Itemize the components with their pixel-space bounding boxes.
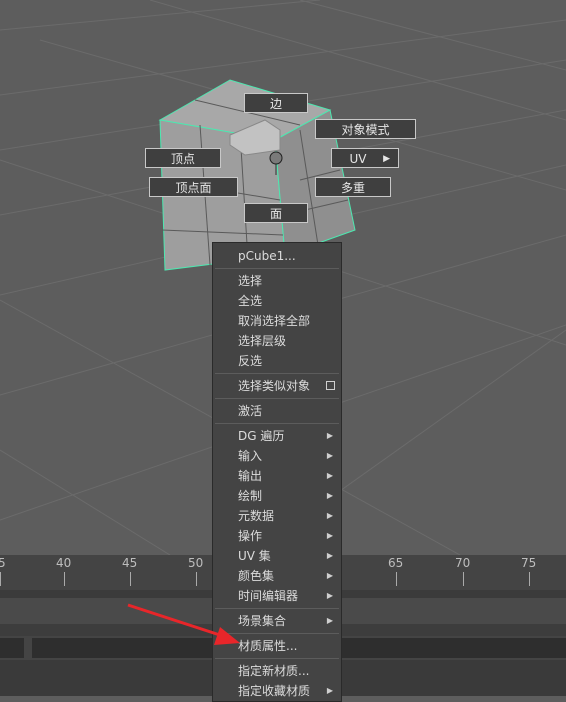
annotation-arrow-icon <box>127 603 240 645</box>
